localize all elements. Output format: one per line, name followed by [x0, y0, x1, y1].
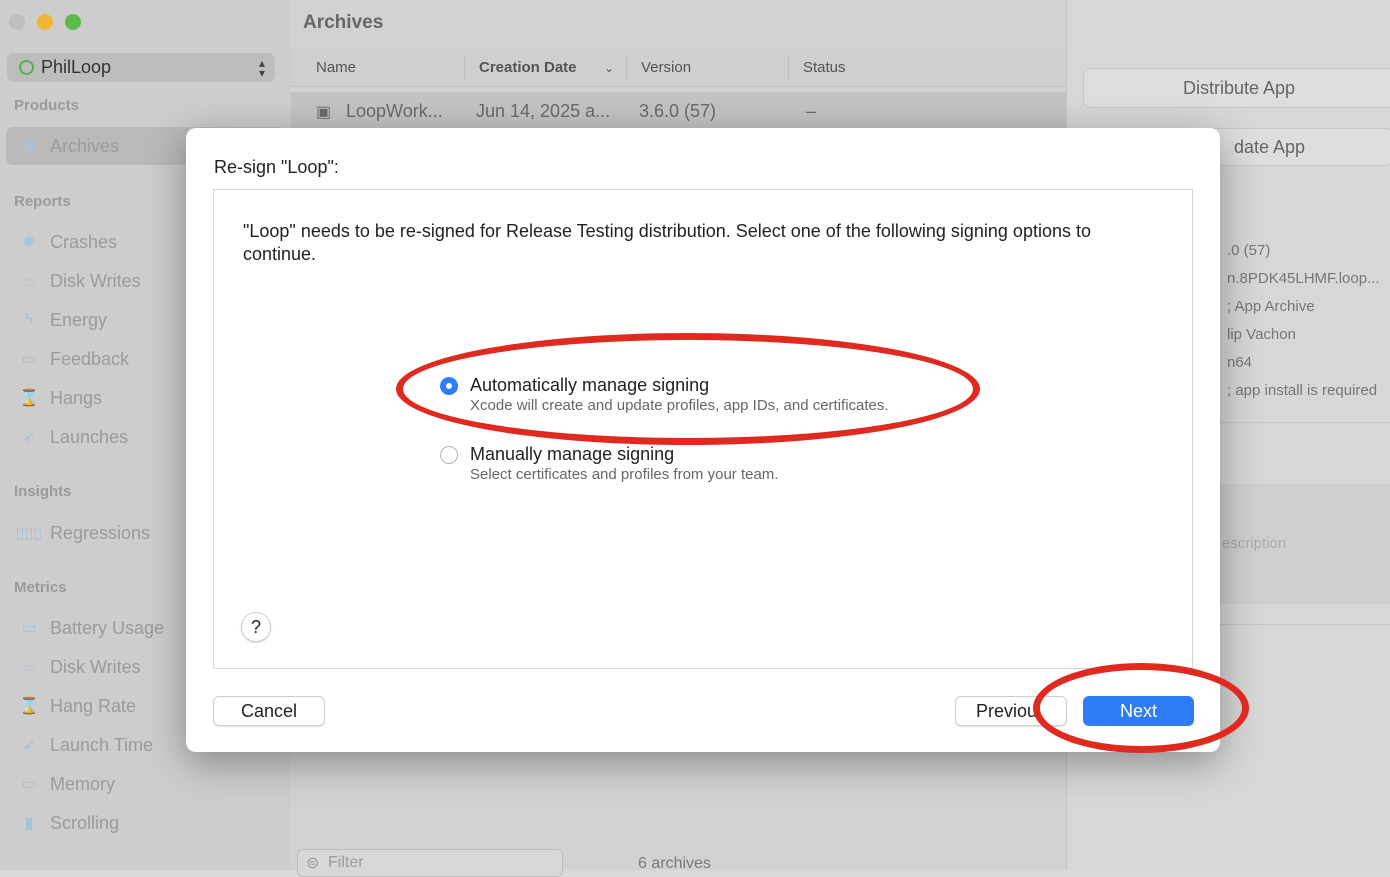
- close-window-button[interactable]: [9, 14, 25, 30]
- sidebar-item-hang-rate[interactable]: ⌛ Hang Rate: [18, 694, 136, 718]
- sidebar-item-label: Battery Usage: [50, 617, 165, 638]
- scroll-icon: ▮: [24, 815, 34, 832]
- bar-chart-icon: ▯▯▯: [15, 525, 43, 542]
- sidebar-item-label: Feedback: [50, 348, 130, 369]
- sidebar-item-label: Hang Rate: [50, 695, 137, 716]
- column-divider: [788, 57, 789, 79]
- sidebar-item-label: Launch Time: [50, 734, 154, 755]
- radio-unselected-icon[interactable]: [440, 446, 458, 464]
- bolt-icon: ϟ: [24, 311, 34, 328]
- sidebar-item-hangs[interactable]: ⌛ Hangs: [18, 386, 102, 410]
- sidebar-item-feedback[interactable]: ▭ Feedback: [18, 347, 129, 371]
- sidebar-item-label: Archives: [50, 135, 120, 156]
- column-creation-date[interactable]: Creation Date: [479, 59, 577, 76]
- table-header: Name Creation Date ⌄ Version Status: [291, 49, 1066, 87]
- filter-icon: ⊜: [306, 855, 320, 872]
- sidebar-item-launches[interactable]: ➶ Launches: [18, 425, 128, 449]
- info-identifier: n.8PDK45LHMF.loop...: [1227, 270, 1380, 287]
- sidebar-item-regressions[interactable]: ▯▯▯ Regressions: [15, 521, 151, 545]
- section-products: Products: [14, 97, 80, 114]
- sidebar-item-label: Launches: [50, 426, 129, 447]
- section-metrics: Metrics: [14, 579, 67, 596]
- sidebar-item-label: Energy: [50, 309, 108, 330]
- sidebar-item-energy[interactable]: ϟ Energy: [18, 308, 107, 332]
- section-insights: Insights: [14, 483, 72, 500]
- chevron-down-icon: ⌄: [604, 61, 615, 75]
- help-button[interactable]: ?: [241, 612, 271, 642]
- info-version: .0 (57): [1227, 242, 1271, 259]
- sidebar-item-battery-usage[interactable]: ▭ Battery Usage: [18, 616, 164, 640]
- table-row[interactable]: ▣ LoopWork... Jun 14, 2025 a... 3.6.0 (5…: [291, 92, 1066, 130]
- page-title: Archives: [303, 12, 384, 33]
- cell-name: LoopWork...: [346, 101, 443, 121]
- sidebar-item-crashes[interactable]: ✺ Crashes: [18, 230, 117, 254]
- filter-field[interactable]: ⊜ Filter: [297, 849, 563, 877]
- scheme-selector[interactable]: PhilLoop ▴ ▾: [7, 53, 275, 82]
- chevron-updown-icon: ▴ ▾: [258, 55, 265, 80]
- hourglass-icon: ⌛: [19, 698, 39, 715]
- battery-icon: ▭: [21, 620, 37, 637]
- distribute-app-button[interactable]: Distribute App: [1083, 68, 1390, 108]
- radio-selected-icon[interactable]: [440, 377, 458, 395]
- sidebar-item-label: Crashes: [50, 231, 118, 252]
- option-subtitle: Xcode will create and update profiles, a…: [470, 397, 889, 414]
- minimize-window-button[interactable]: [37, 14, 53, 30]
- sidebar-item-label: Hangs: [50, 387, 103, 408]
- cell-status: –: [806, 101, 817, 121]
- next-button[interactable]: Next: [1083, 696, 1194, 726]
- hourglass-icon: ⌛: [19, 390, 39, 407]
- option-label: Automatically manage signing: [470, 375, 710, 395]
- column-divider: [464, 57, 465, 79]
- disk-icon: ⌓: [22, 658, 36, 675]
- sidebar-item-label: Disk Writes: [50, 270, 141, 291]
- zoom-window-button[interactable]: [65, 14, 81, 30]
- dialog-message: "Loop" needs to be re-signed for Release…: [243, 221, 1091, 264]
- dialog-content: "Loop" needs to be re-signed for Release…: [213, 189, 1193, 669]
- archive-icon: ▣: [21, 138, 37, 155]
- column-divider: [626, 57, 627, 79]
- sidebar-item-archives[interactable]: ▣ Archives: [18, 134, 119, 158]
- sidebar-item-label: Memory: [50, 773, 116, 794]
- sidebar-item-disk-writes-metric[interactable]: ⌓ Disk Writes: [18, 655, 141, 679]
- description-placeholder: escription: [1222, 535, 1287, 552]
- filter-placeholder: Filter: [328, 854, 364, 871]
- scheme-status-icon: [19, 60, 34, 75]
- info-type: ; App Archive: [1227, 298, 1315, 315]
- info-architecture: n64: [1227, 354, 1253, 371]
- column-status[interactable]: Status: [803, 59, 846, 76]
- info-team: lip Vachon: [1227, 326, 1296, 343]
- cell-date: Jun 14, 2025 a...: [476, 101, 611, 121]
- rocket-icon: ➶: [22, 737, 36, 754]
- cell-version: 3.6.0 (57): [639, 101, 717, 121]
- column-version[interactable]: Version: [641, 59, 691, 76]
- option-label: Manually manage signing: [470, 444, 675, 464]
- sidebar-item-scrolling[interactable]: ▮ Scrolling: [18, 811, 119, 835]
- sidebar-item-label: Regressions: [50, 522, 151, 543]
- sidebar-item-label: Disk Writes: [50, 656, 141, 677]
- section-reports: Reports: [14, 193, 71, 210]
- previous-button[interactable]: Previou: [955, 696, 1067, 726]
- sidebar-item-memory[interactable]: ▭ Memory: [18, 772, 115, 796]
- sidebar-item-launch-time[interactable]: ➶ Launch Time: [18, 733, 153, 757]
- memory-icon: ▭: [21, 776, 37, 793]
- resign-dialog: Re-sign "Loop": "Loop" needs to be re-si…: [186, 128, 1220, 752]
- disk-icon: ⌓: [22, 272, 36, 289]
- sidebar-item-disk-writes[interactable]: ⌓ Disk Writes: [18, 269, 141, 293]
- dialog-title: Re-sign "Loop":: [214, 157, 339, 177]
- rocket-icon: ➶: [22, 429, 36, 446]
- crash-icon: ✺: [22, 234, 36, 251]
- feedback-icon: ▭: [21, 351, 37, 368]
- app-archive-icon: ▣: [316, 104, 332, 121]
- archive-count: 6 archives: [638, 855, 711, 872]
- scheme-name: PhilLoop: [41, 57, 112, 77]
- cancel-button[interactable]: Cancel: [213, 696, 325, 726]
- info-install-note: ; app install is required: [1227, 382, 1378, 399]
- column-name[interactable]: Name: [316, 59, 356, 76]
- sidebar-item-label: Scrolling: [50, 812, 120, 833]
- option-subtitle: Select certificates and profiles from yo…: [470, 466, 779, 483]
